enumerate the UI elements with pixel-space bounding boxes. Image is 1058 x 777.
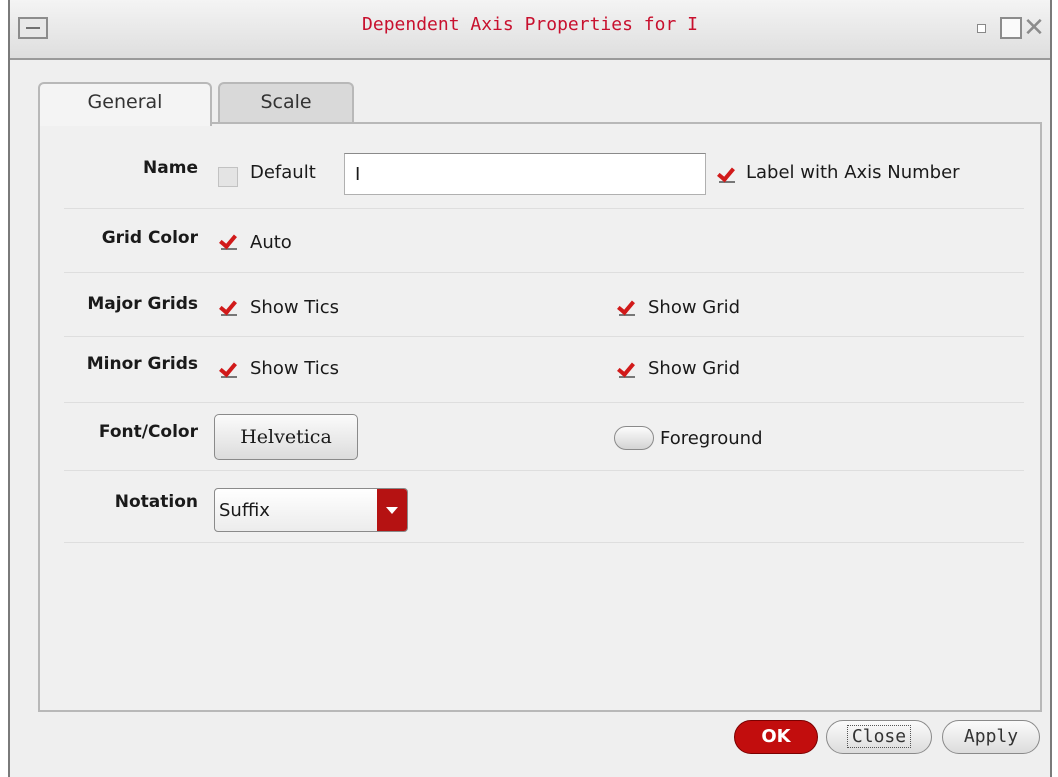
tab-scale[interactable]: Scale [218,82,354,122]
row-divider [64,542,1024,543]
notation-selected-value: Suffix [219,500,270,521]
foreground-color-label: Foreground [660,428,763,449]
close-window-icon[interactable]: ✕ [1022,15,1046,41]
axis-properties-window: Dependent Axis Properties for I ✕ Genera… [8,0,1052,777]
axis-name-input[interactable] [344,153,706,195]
close-button[interactable]: Close [826,720,932,754]
minor-grid-checkbox[interactable] [616,360,636,380]
major-tics-checkbox[interactable] [218,298,238,318]
axis-number-checkbox[interactable] [716,165,736,185]
close-button-label: Close [846,725,912,748]
title-bar[interactable]: Dependent Axis Properties for I ✕ [10,0,1050,60]
ok-button[interactable]: OK [734,720,818,754]
minor-grids-label: Minor Grids [86,354,198,374]
minimize-icon[interactable] [970,17,992,39]
default-name-checkbox[interactable] [218,167,238,187]
tab-general[interactable]: General [38,82,212,126]
row-divider [64,272,1024,273]
window-title: Dependent Axis Properties for I [362,14,698,35]
notation-label: Notation [114,492,198,512]
minor-grid-label: Show Grid [648,358,741,379]
row-divider [64,208,1024,209]
apply-button[interactable]: Apply [942,720,1040,754]
grid-color-label: Grid Color [101,228,198,248]
major-grids-label: Major Grids [87,294,198,314]
foreground-color-swatch[interactable] [614,426,654,450]
general-panel: Name Default Label with Axis Number Grid… [38,122,1042,712]
row-divider [64,470,1024,471]
notation-select[interactable]: Suffix [214,488,408,532]
font-color-label: Font/Color [98,422,198,442]
default-name-label: Default [250,162,316,183]
major-tics-label: Show Tics [250,297,340,318]
minor-tics-label: Show Tics [250,358,340,379]
grid-color-auto-checkbox[interactable] [218,232,238,252]
axis-number-label: Label with Axis Number [746,162,960,183]
row-divider [64,336,1024,337]
major-grid-label: Show Grid [648,297,741,318]
major-grid-checkbox[interactable] [616,298,636,318]
name-label: Name [143,158,198,178]
row-divider [64,402,1024,403]
chevron-down-icon[interactable] [377,489,407,531]
maximize-icon[interactable] [1000,17,1022,39]
font-button[interactable]: Helvetica [214,414,358,460]
minor-tics-checkbox[interactable] [218,360,238,380]
grid-color-auto-label: Auto [250,232,292,253]
